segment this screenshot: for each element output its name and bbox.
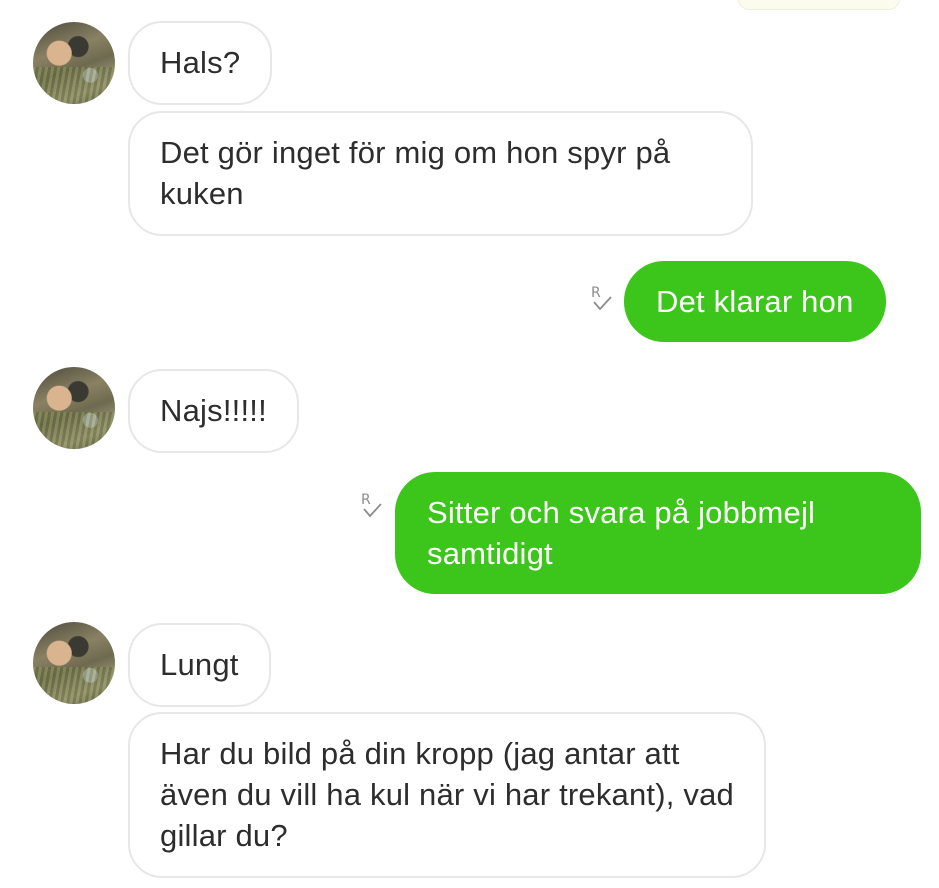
- svg-text:R: R: [361, 492, 371, 508]
- incoming-message[interactable]: Najs!!!!!: [128, 369, 299, 453]
- outgoing-message[interactable]: Det klarar hon: [624, 261, 886, 342]
- contact-avatar[interactable]: [33, 22, 115, 104]
- partial-message-bubble: [738, 0, 900, 10]
- contact-avatar[interactable]: [33, 622, 115, 704]
- outgoing-message[interactable]: Sitter och svara på jobbmejl samtidigt: [395, 472, 921, 594]
- contact-avatar[interactable]: [33, 367, 115, 449]
- chat-thread[interactable]: Hals? Det gör inget för mig om hon spyr …: [0, 0, 939, 888]
- svg-text:R: R: [591, 285, 601, 301]
- incoming-message[interactable]: Det gör inget för mig om hon spyr på kuk…: [128, 111, 753, 236]
- read-receipt-icon: R: [589, 283, 617, 315]
- incoming-message[interactable]: Har du bild på din kropp (jag antar att …: [128, 712, 766, 878]
- read-receipt-icon: R: [359, 490, 387, 522]
- incoming-message[interactable]: Hals?: [128, 21, 273, 105]
- incoming-message[interactable]: Lungt: [128, 623, 271, 707]
